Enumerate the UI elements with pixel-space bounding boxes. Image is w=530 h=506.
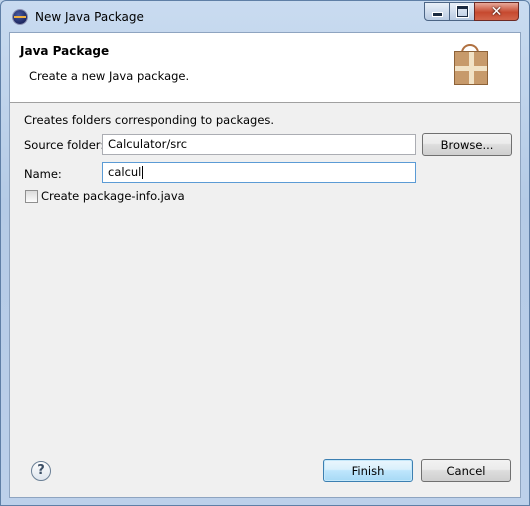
help-icon[interactable]: ? <box>31 461 51 481</box>
banner-message: Create a new Java package. <box>29 69 190 83</box>
maximize-button[interactable] <box>449 2 475 21</box>
name-label: Name: <box>24 167 62 181</box>
cancel-button[interactable]: Cancel <box>421 459 511 482</box>
create-package-info-label[interactable]: Create package-info.java <box>41 189 185 203</box>
new-java-package-window: New Java Package ✕ Java Package Create a… <box>0 0 530 506</box>
banner-title: Java Package <box>20 44 110 58</box>
title-bar[interactable]: New Java Package ✕ <box>1 1 529 32</box>
close-icon: ✕ <box>490 3 503 20</box>
minimize-icon <box>431 12 443 17</box>
source-folder-value: Calculator/src <box>108 137 188 151</box>
maximize-icon <box>455 5 469 18</box>
form-description: Creates folders corresponding to package… <box>24 113 275 127</box>
dialog-client-area: Java Package Create a new Java package. … <box>9 32 521 498</box>
package-gift-icon <box>454 51 488 85</box>
close-button[interactable]: ✕ <box>474 2 519 21</box>
source-folder-input[interactable]: Calculator/src <box>102 134 416 155</box>
browse-button[interactable]: Browse... <box>422 133 512 156</box>
name-value: calcul <box>108 165 142 179</box>
create-package-info-checkbox[interactable] <box>25 190 38 203</box>
text-caret <box>142 166 144 179</box>
wizard-banner: Java Package Create a new Java package. <box>10 33 520 103</box>
eclipse-icon <box>13 10 27 24</box>
name-input[interactable]: calcul <box>102 162 416 183</box>
finish-button[interactable]: Finish <box>323 459 413 482</box>
minimize-button[interactable] <box>424 2 450 21</box>
window-title: New Java Package <box>35 10 144 24</box>
source-folder-label: Source folder: <box>24 138 105 152</box>
